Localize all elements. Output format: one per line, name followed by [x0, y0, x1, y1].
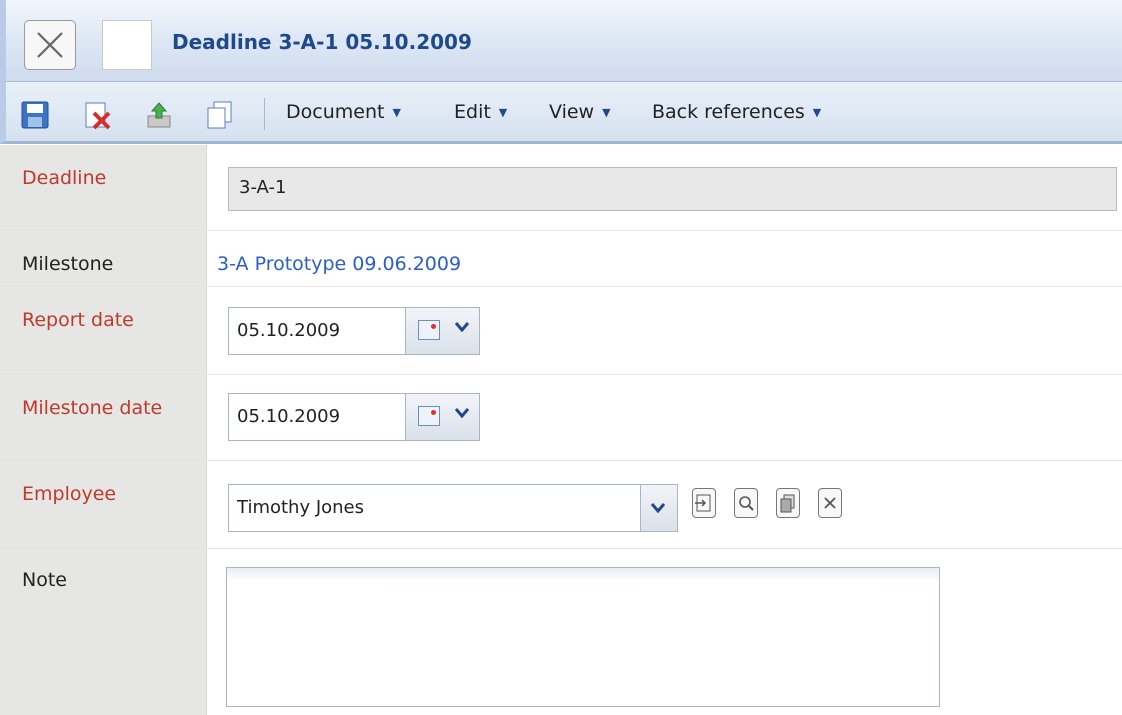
select-checkbox[interactable]: [102, 20, 152, 70]
milestone-label: Milestone: [22, 253, 114, 275]
menu-edit[interactable]: Edit ▼: [454, 101, 507, 123]
chevron-down-icon: [455, 322, 469, 332]
close-icon: [824, 497, 836, 509]
chevron-down-icon: ▼: [392, 106, 401, 119]
calendar-icon: [418, 406, 440, 426]
open-icon: [695, 494, 711, 512]
menu-document-label: Document: [286, 101, 385, 123]
open-record-button[interactable]: [692, 488, 716, 518]
chevron-down-icon: [651, 503, 665, 513]
row-report-date: Report date 05.10.2009: [0, 287, 1122, 375]
menu-view[interactable]: View ▼: [549, 101, 611, 123]
clear-value-button[interactable]: [818, 488, 842, 518]
close-icon: [37, 32, 63, 58]
employee-dropdown-button[interactable]: [640, 485, 677, 531]
save-icon[interactable]: [20, 100, 50, 130]
chevron-down-icon: ▼: [498, 106, 508, 119]
note-textarea[interactable]: [226, 567, 940, 707]
row-milestone: Milestone 3-A Prototype 09.06.2009: [0, 231, 1122, 287]
deadline-label: Deadline: [22, 167, 107, 189]
copy-icon: [780, 494, 795, 513]
menu-back-references-label: Back references: [652, 101, 805, 123]
employee-label: Employee: [22, 483, 117, 505]
chevron-down-icon: ▼: [602, 106, 611, 119]
delete-document-icon[interactable]: [82, 100, 112, 130]
search-button[interactable]: [734, 488, 758, 518]
copy-value-button[interactable]: [776, 488, 800, 518]
calendar-icon: [418, 320, 440, 340]
milestone-link[interactable]: 3-A Prototype 09.06.2009: [217, 253, 461, 275]
row-deadline: Deadline 3-A-1: [0, 145, 1122, 231]
chevron-down-icon: [455, 408, 469, 418]
menu-edit-label: Edit: [454, 101, 491, 123]
report-date-input[interactable]: 05.10.2009: [228, 307, 406, 355]
toolbar-separator: [264, 98, 265, 130]
note-label: Note: [22, 569, 67, 591]
export-icon[interactable]: [144, 100, 174, 130]
row-milestone-date: Milestone date 05.10.2009: [0, 375, 1122, 461]
window-title: Deadline 3-A-1 05.10.2009: [172, 30, 472, 54]
milestone-date-label: Milestone date: [22, 397, 163, 419]
menu-view-label: View: [549, 101, 595, 123]
menu-document[interactable]: Document ▼: [286, 101, 401, 123]
employee-value: Timothy Jones: [237, 497, 365, 518]
report-date-label: Report date: [22, 309, 134, 331]
search-icon: [739, 496, 754, 511]
deadline-field[interactable]: 3-A-1: [228, 167, 1117, 211]
milestone-date-input[interactable]: 05.10.2009: [228, 393, 406, 441]
toolbar: Document ▼ Edit ▼ View ▼ Back references ▼: [0, 82, 1122, 144]
close-button[interactable]: [24, 20, 76, 70]
report-date-picker-button[interactable]: [406, 307, 480, 355]
menu-back-references[interactable]: Back references ▼: [652, 101, 821, 123]
milestone-date-picker-button[interactable]: [406, 393, 480, 441]
copy-icon[interactable]: [204, 100, 234, 130]
employee-select[interactable]: Timothy Jones: [228, 484, 678, 532]
chevron-down-icon: ▼: [812, 106, 822, 119]
title-bar: Deadline 3-A-1 05.10.2009: [0, 0, 1122, 82]
